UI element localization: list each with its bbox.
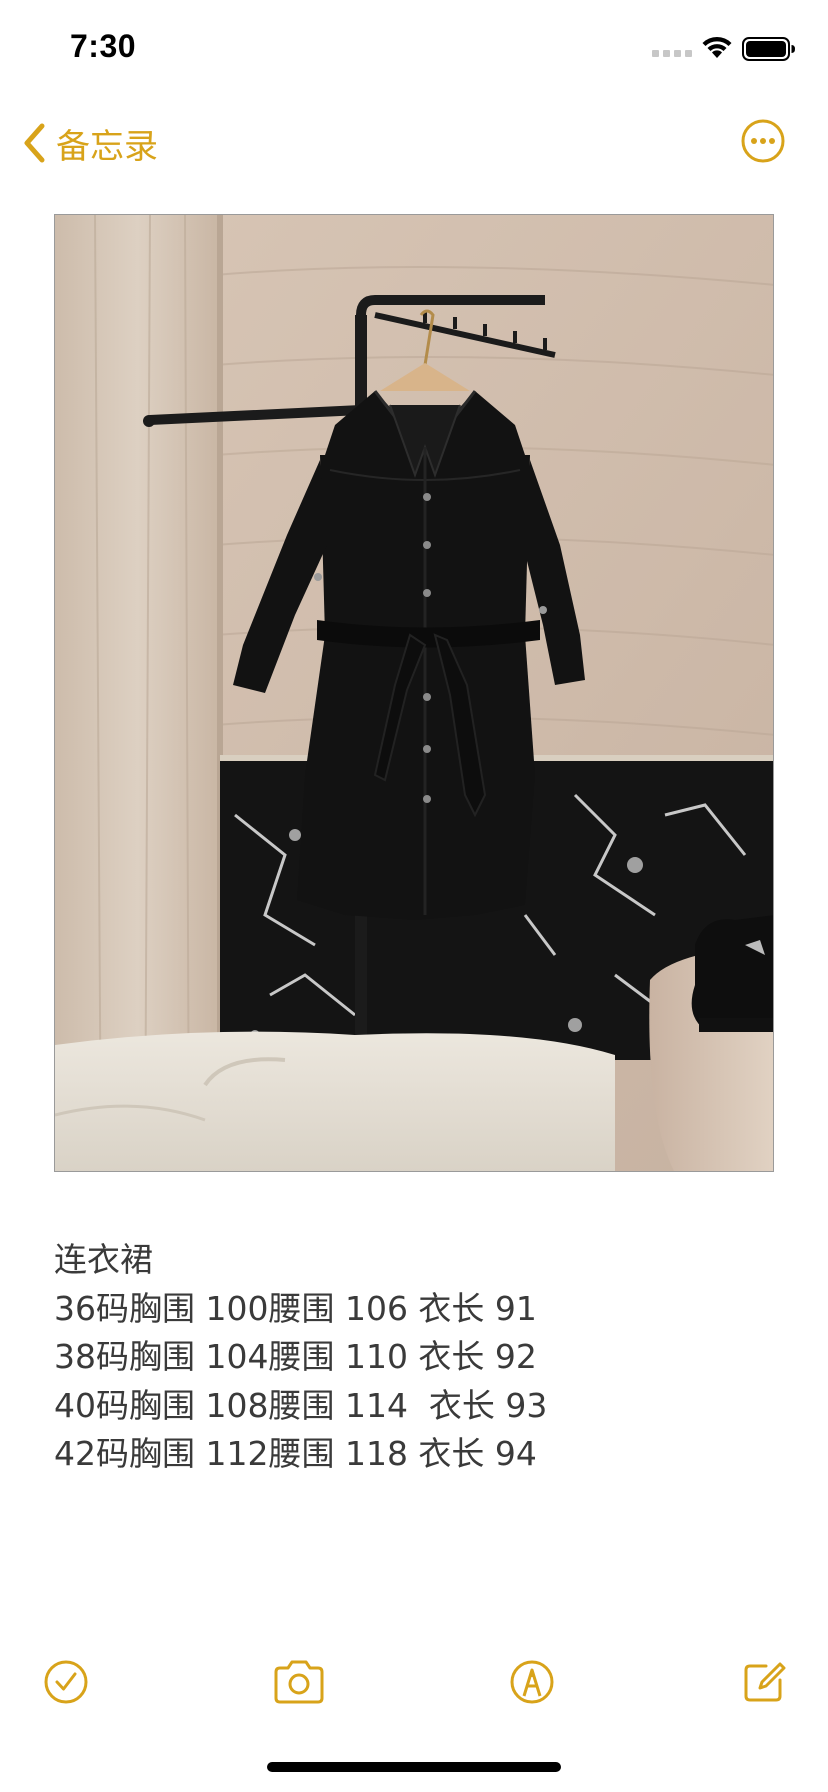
nav-bar: 备忘录 [0, 100, 828, 190]
note-title: 连衣裙 [54, 1240, 153, 1279]
status-time: 7:30 [70, 28, 137, 64]
note-line: 36码胸围 100腰围 106 衣长 91 [54, 1288, 537, 1328]
status-bar: 7:30 [0, 0, 828, 100]
note-line: 40码胸围 108腰围 114 衣长 93 [54, 1385, 548, 1425]
bottom-toolbar [0, 1640, 828, 1720]
checklist-icon[interactable] [42, 1658, 90, 1706]
home-indicator[interactable] [267, 1762, 561, 1772]
ellipsis-circle-icon[interactable] [740, 118, 786, 164]
chevron-left-icon [24, 123, 45, 163]
note-line: 42码胸围 112腰围 118 衣长 94 [54, 1434, 537, 1473]
note-body[interactable]: 连衣裙 36码胸围 100腰围 106 衣长 91 38码胸围 104腰围 11… [54, 1236, 774, 1479]
notes-screen: 7:30 备忘录 连衣裙 36码胸围 100腰围 106 衣长 91 38码胸围… [0, 0, 828, 1792]
note-line: 38码胸围 104腰围 110 衣长 92 [54, 1337, 537, 1376]
back-button[interactable]: 备忘录 [22, 118, 158, 168]
markup-icon[interactable] [508, 1658, 556, 1706]
wifi-icon [702, 36, 732, 58]
compose-icon[interactable] [740, 1658, 788, 1706]
note-photo-attachment[interactable] [54, 214, 774, 1172]
cellular-signal-icon [652, 50, 692, 57]
battery-icon [742, 37, 795, 61]
back-button-label: 备忘录 [56, 126, 158, 167]
dress-photo [55, 215, 773, 1171]
camera-icon[interactable] [272, 1658, 326, 1706]
